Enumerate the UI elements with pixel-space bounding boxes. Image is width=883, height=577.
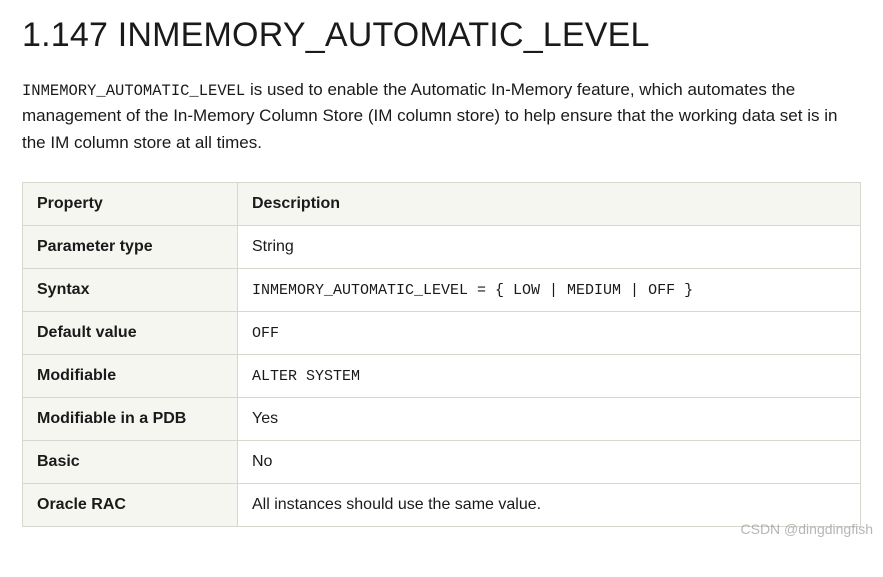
property-cell: Modifiable (23, 355, 238, 398)
property-cell: Basic (23, 441, 238, 484)
table-row: BasicNo (23, 441, 861, 484)
value-cell: All instances should use the same value. (238, 484, 861, 527)
table-row: SyntaxINMEMORY_AUTOMATIC_LEVEL = { LOW |… (23, 269, 861, 312)
value-cell: String (238, 226, 861, 269)
property-table: Property Description Parameter typeStrin… (22, 182, 861, 527)
property-cell: Oracle RAC (23, 484, 238, 527)
table-row: Modifiable in a PDBYes (23, 398, 861, 441)
value-cell: No (238, 441, 861, 484)
property-cell: Syntax (23, 269, 238, 312)
table-row: Parameter typeString (23, 226, 861, 269)
value-cell: INMEMORY_AUTOMATIC_LEVEL = { LOW | MEDIU… (238, 269, 861, 312)
value-cell: ALTER SYSTEM (238, 355, 861, 398)
table-header-description: Description (238, 183, 861, 226)
table-row: Default valueOFF (23, 312, 861, 355)
table-row: Oracle RACAll instances should use the s… (23, 484, 861, 527)
property-cell: Modifiable in a PDB (23, 398, 238, 441)
value-cell: OFF (238, 312, 861, 355)
property-cell: Default value (23, 312, 238, 355)
property-cell: Parameter type (23, 226, 238, 269)
table-row: ModifiableALTER SYSTEM (23, 355, 861, 398)
intro-paragraph: INMEMORY_AUTOMATIC_LEVEL is used to enab… (22, 77, 861, 156)
table-header-property: Property (23, 183, 238, 226)
page-title: 1.147 INMEMORY_AUTOMATIC_LEVEL (22, 16, 861, 55)
intro-code: INMEMORY_AUTOMATIC_LEVEL (22, 82, 245, 100)
value-cell: Yes (238, 398, 861, 441)
